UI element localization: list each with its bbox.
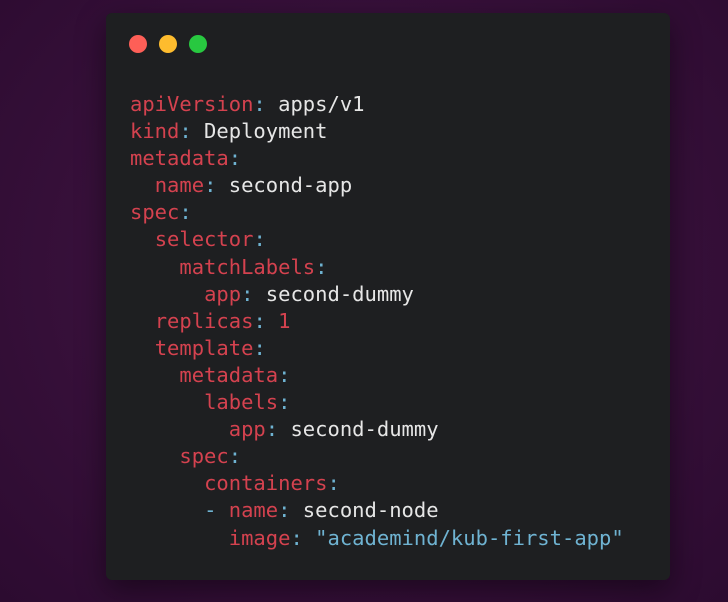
code-window: apiVersion: apps/v1 kind: Deployment metad… [106, 13, 670, 580]
yaml-colon: : [179, 119, 192, 144]
code-line: matchLabels: [130, 254, 624, 281]
yaml-colon: : [228, 444, 242, 469]
yaml-colon: : [253, 335, 266, 360]
yaml-colon: : [278, 362, 291, 387]
maximize-button[interactable] [189, 35, 207, 53]
yaml-colon: : [278, 498, 291, 523]
yaml-value: second-dummy [253, 281, 414, 306]
yaml-key: labels [204, 390, 279, 415]
yaml-value: second-app [216, 173, 353, 198]
minimize-button[interactable] [159, 35, 177, 53]
yaml-code-block: apiVersion: apps/v1 kind: Deployment metad… [130, 91, 624, 552]
code-line: spec: [130, 199, 624, 226]
code-line: spec: [130, 443, 624, 470]
code-line: apiVersion: apps/v1 [130, 91, 624, 118]
yaml-key: selector [154, 227, 254, 252]
code-line: image: "academind/kub-first-app" [130, 525, 624, 552]
yaml-colon: : [327, 471, 340, 496]
yaml-key: name [154, 173, 205, 198]
code-line: - name: second-node [130, 497, 624, 524]
yaml-colon: : [278, 390, 291, 415]
yaml-value: second-node [290, 498, 439, 523]
yaml-colon: : [315, 254, 328, 279]
code-line: kind: Deployment [130, 118, 624, 145]
yaml-key: spec [179, 444, 229, 469]
code-line: labels: [130, 389, 624, 416]
yaml-key: replicas [154, 308, 254, 333]
code-line: containers: [130, 470, 624, 497]
yaml-colon: : [253, 92, 266, 116]
yaml-key: spec [130, 200, 180, 225]
yaml-value: second-dummy [278, 417, 439, 442]
code-line: name: second-app [130, 172, 624, 199]
code-line: template: [130, 335, 624, 362]
yaml-value: "academind/kub-first-app" [302, 525, 624, 550]
yaml-key: app [204, 281, 242, 306]
yaml-value: 1 [265, 308, 291, 333]
yaml-key: app [228, 417, 266, 442]
list-dash: - [204, 498, 229, 523]
yaml-colon: : [204, 173, 217, 198]
yaml-key: image [228, 525, 291, 550]
code-line: selector: [130, 226, 624, 253]
yaml-colon: : [241, 281, 254, 306]
yaml-colon: : [179, 200, 192, 225]
window-controls [129, 35, 207, 53]
close-button[interactable] [129, 35, 147, 53]
yaml-key: apiVersion [130, 92, 254, 116]
code-line: app: second-dummy [130, 281, 624, 308]
yaml-colon: : [253, 227, 266, 252]
yaml-colon: : [253, 308, 266, 333]
code-line: metadata: [130, 362, 624, 389]
yaml-key: kind [130, 119, 180, 144]
yaml-key: metadata [179, 362, 279, 387]
yaml-value: Deployment [191, 119, 328, 144]
yaml-key: name [228, 498, 279, 523]
code-line: app: second-dummy [130, 416, 624, 443]
code-line: metadata: [130, 145, 624, 172]
code-line: replicas: 1 [130, 308, 624, 335]
yaml-colon: : [265, 417, 279, 442]
yaml-key: containers [204, 471, 328, 496]
yaml-value: apps/v1 [265, 92, 365, 116]
yaml-key: metadata [130, 146, 229, 171]
yaml-colon: : [290, 525, 303, 550]
yaml-key: template [154, 335, 254, 360]
yaml-key: matchLabels [179, 254, 316, 279]
yaml-colon: : [228, 146, 242, 171]
